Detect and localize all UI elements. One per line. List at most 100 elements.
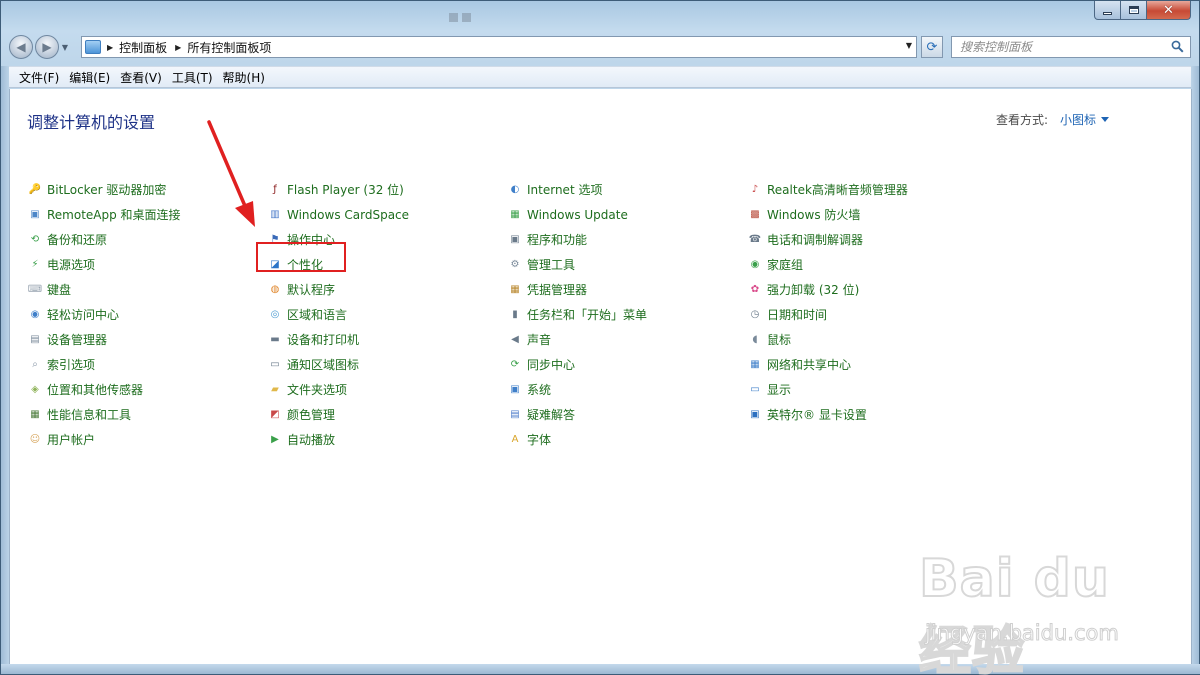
control-panel-item[interactable]: ⌕ 索引选项 — [27, 352, 181, 377]
control-panel-item[interactable]: A 字体 — [507, 427, 647, 452]
item-label[interactable]: 位置和其他传感器 — [47, 381, 143, 398]
control-panel-item[interactable]: ◐ Internet 选项 — [507, 177, 647, 202]
control-panel-item[interactable]: ◎ 区域和语言 — [267, 302, 409, 327]
breadcrumb-chevron-icon[interactable]: ▶ — [107, 43, 113, 52]
control-panel-item[interactable]: ▭ 显示 — [747, 377, 908, 402]
search-input[interactable] — [960, 38, 1170, 56]
control-panel-item[interactable]: ▣ 程序和功能 — [507, 227, 647, 252]
search-box[interactable] — [951, 36, 1191, 58]
item-label[interactable]: 鼠标 — [767, 331, 791, 348]
item-label[interactable]: 区域和语言 — [287, 306, 347, 323]
item-label[interactable]: 文件夹选项 — [287, 381, 347, 398]
control-panel-item[interactable]: ▣ 系统 — [507, 377, 647, 402]
item-label[interactable]: 声音 — [527, 331, 551, 348]
item-label[interactable]: Internet 选项 — [527, 181, 602, 198]
control-panel-item[interactable]: 🔑 BitLocker 驱动器加密 — [27, 177, 181, 202]
item-label[interactable]: 任务栏和「开始」菜单 — [527, 306, 647, 323]
control-panel-item[interactable]: ▣ RemoteApp 和桌面连接 — [27, 202, 181, 227]
item-label[interactable]: 颜色管理 — [287, 406, 335, 423]
control-panel-item[interactable]: ◉ 家庭组 — [747, 252, 908, 277]
forward-button[interactable]: ▶ — [35, 35, 59, 59]
view-by-dropdown[interactable]: 小图标 — [1060, 111, 1110, 128]
control-panel-item[interactable]: ƒ Flash Player (32 位) — [267, 177, 409, 202]
item-label[interactable]: 自动播放 — [287, 431, 335, 448]
item-label[interactable]: 字体 — [527, 431, 551, 448]
item-label[interactable]: Windows 防火墙 — [767, 206, 860, 223]
item-label[interactable]: 设备和打印机 — [287, 331, 359, 348]
control-panel-item[interactable]: ▤ 设备管理器 — [27, 327, 181, 352]
item-label[interactable]: RemoteApp 和桌面连接 — [47, 206, 181, 223]
control-panel-item[interactable]: ◩ 颜色管理 — [267, 402, 409, 427]
item-label[interactable]: BitLocker 驱动器加密 — [47, 181, 166, 198]
item-label[interactable]: 通知区域图标 — [287, 356, 359, 373]
item-label[interactable]: Flash Player (32 位) — [287, 181, 404, 198]
control-panel-item[interactable]: ☎ 电话和调制解调器 — [747, 227, 908, 252]
control-panel-item[interactable]: ▬ 设备和打印机 — [267, 327, 409, 352]
item-label[interactable]: 显示 — [767, 381, 791, 398]
address-dropdown-icon[interactable]: ▼ — [906, 41, 912, 50]
item-label[interactable]: 家庭组 — [767, 256, 803, 273]
item-label[interactable]: 凭据管理器 — [527, 281, 587, 298]
item-label[interactable]: Windows CardSpace — [287, 208, 409, 222]
recent-pages-dropdown[interactable]: ▼ — [60, 43, 70, 52]
control-panel-item[interactable]: ▥ Windows CardSpace — [267, 202, 409, 227]
control-panel-item[interactable]: ▰ 文件夹选项 — [267, 377, 409, 402]
breadcrumb-control-panel[interactable]: 控制面板 — [119, 39, 167, 56]
item-label[interactable]: 疑难解答 — [527, 406, 575, 423]
control-panel-item[interactable]: ▦ 网络和共享中心 — [747, 352, 908, 377]
dropdown-arrow-icon[interactable] — [1101, 117, 1110, 122]
item-label[interactable]: 设备管理器 — [47, 331, 107, 348]
maximize-button[interactable] — [1121, 1, 1147, 20]
breadcrumb-chevron-icon[interactable]: ▶ — [175, 43, 181, 52]
control-panel-item[interactable]: ✿ 强力卸载 (32 位) — [747, 277, 908, 302]
control-panel-item[interactable]: ◍ 默认程序 — [267, 277, 409, 302]
item-label[interactable]: 管理工具 — [527, 256, 575, 273]
item-label[interactable]: 电话和调制解调器 — [767, 231, 863, 248]
item-label[interactable]: 索引选项 — [47, 356, 95, 373]
control-panel-item[interactable]: ⚙ 管理工具 — [507, 252, 647, 277]
control-panel-item[interactable]: ♪ Realtek高清晰音频管理器 — [747, 177, 908, 202]
menu-view[interactable]: 查看(V) — [115, 69, 167, 86]
item-label[interactable]: 电源选项 — [47, 256, 95, 273]
item-label[interactable]: 轻松访问中心 — [47, 306, 119, 323]
control-panel-item[interactable]: ◖ 鼠标 — [747, 327, 908, 352]
control-panel-item[interactable]: ⟳ 同步中心 — [507, 352, 647, 377]
menu-tools[interactable]: 工具(T) — [167, 69, 218, 86]
control-panel-item[interactable]: ▣ 英特尔® 显卡设置 — [747, 402, 908, 427]
item-label[interactable]: 系统 — [527, 381, 551, 398]
control-panel-item[interactable]: ◷ 日期和时间 — [747, 302, 908, 327]
address-bar[interactable]: ▶ 控制面板 ▶ 所有控制面板项 ▼ — [81, 36, 917, 58]
back-button[interactable]: ◀ — [9, 35, 33, 59]
item-label[interactable]: Realtek高清晰音频管理器 — [767, 181, 908, 198]
item-label[interactable]: Windows Update — [527, 208, 628, 222]
item-label[interactable]: 备份和还原 — [47, 231, 107, 248]
control-panel-item[interactable]: ◈ 位置和其他传感器 — [27, 377, 181, 402]
item-label[interactable]: 默认程序 — [287, 281, 335, 298]
control-panel-item[interactable]: ▦ 性能信息和工具 — [27, 402, 181, 427]
item-label[interactable]: 用户帐户 — [47, 431, 95, 448]
control-panel-item[interactable]: ◀ 声音 — [507, 327, 647, 352]
breadcrumb-all-items[interactable]: 所有控制面板项 — [187, 39, 271, 56]
item-label[interactable]: 网络和共享中心 — [767, 356, 851, 373]
menu-file[interactable]: 文件(F) — [9, 69, 64, 86]
menu-edit[interactable]: 编辑(E) — [64, 69, 115, 86]
control-panel-item[interactable]: ◉ 轻松访问中心 — [27, 302, 181, 327]
control-panel-item[interactable]: ☺ 用户帐户 — [27, 427, 181, 452]
refresh-button[interactable]: ⟳ — [921, 36, 943, 58]
control-panel-item[interactable]: ⟲ 备份和还原 — [27, 227, 181, 252]
control-panel-item[interactable]: ▤ 疑难解答 — [507, 402, 647, 427]
item-label[interactable]: 日期和时间 — [767, 306, 827, 323]
item-label[interactable]: 英特尔® 显卡设置 — [767, 406, 867, 423]
control-panel-item[interactable]: ▭ 通知区域图标 — [267, 352, 409, 377]
menu-help[interactable]: 帮助(H) — [218, 69, 270, 86]
control-panel-item[interactable]: ▦ Windows Update — [507, 202, 647, 227]
control-panel-item[interactable]: ▩ Windows 防火墙 — [747, 202, 908, 227]
minimize-button[interactable] — [1094, 1, 1121, 20]
item-label[interactable]: 键盘 — [47, 281, 71, 298]
control-panel-item[interactable]: ⚡ 电源选项 — [27, 252, 181, 277]
control-panel-item[interactable]: ⌨ 键盘 — [27, 277, 181, 302]
item-label[interactable]: 程序和功能 — [527, 231, 587, 248]
item-label[interactable]: 同步中心 — [527, 356, 575, 373]
control-panel-item[interactable]: ▦ 凭据管理器 — [507, 277, 647, 302]
view-by-value[interactable]: 小图标 — [1060, 111, 1096, 128]
